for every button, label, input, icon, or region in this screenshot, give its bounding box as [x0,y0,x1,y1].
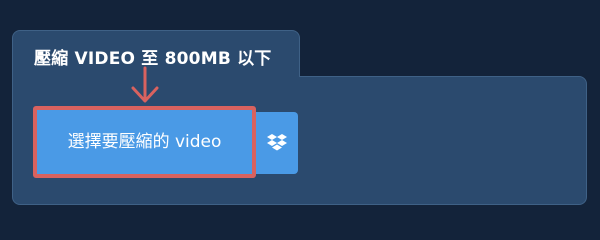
arrow-down-icon [131,66,159,103]
choose-video-button[interactable]: 選擇要壓縮的 video [37,110,252,174]
dropbox-icon [267,134,287,151]
dropbox-button[interactable] [256,112,298,174]
